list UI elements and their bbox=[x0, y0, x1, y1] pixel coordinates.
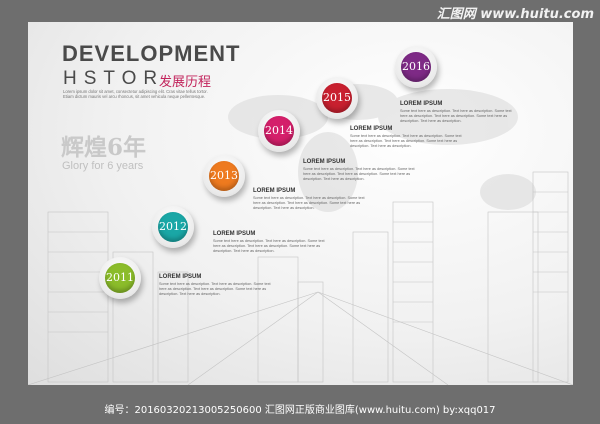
milestone-2012-badge: 2012 bbox=[152, 206, 194, 248]
milestone-2016-badge: 2016 bbox=[395, 46, 437, 88]
milestone-2013-badge: 2013 bbox=[203, 155, 245, 197]
milestone-label: LOREM IPSUM bbox=[253, 188, 296, 194]
milestone-2013-entry: LOREM IPSUM Some text here as descriptio… bbox=[253, 188, 371, 212]
milestone-year: 2011 bbox=[106, 271, 134, 284]
milestone-year: 2012 bbox=[159, 220, 187, 233]
milestone-text: Some text here as description. Text here… bbox=[213, 239, 325, 254]
title-chinese: 发展历程 bbox=[159, 75, 212, 90]
milestone-label: LOREM IPSUM bbox=[400, 101, 443, 107]
milestone-2011-entry: LOREM IPSUM Some text here as descriptio… bbox=[159, 274, 277, 298]
milestone-2016-entry: LOREM IPSUM Some text here as descriptio… bbox=[400, 101, 518, 125]
milestone-label: LOREM IPSUM bbox=[213, 231, 256, 237]
milestone-2015-disc: 2015 bbox=[322, 83, 352, 113]
milestone-2016-disc: 2016 bbox=[401, 52, 431, 82]
milestone-text: Some text here as description. Text here… bbox=[303, 167, 415, 182]
slogan-chinese: 辉煌6年 bbox=[61, 134, 147, 161]
milestone-year: 2014 bbox=[265, 124, 293, 137]
milestone-2011-disc: 2011 bbox=[105, 263, 135, 293]
milestone-text: Some text here as description. Text here… bbox=[350, 134, 462, 149]
image-id-caption: 编号：20160320213005250600 汇图网正版商业图库(www.hu… bbox=[104, 405, 496, 416]
milestone-label: LOREM IPSUM bbox=[303, 159, 346, 165]
intro-text: Lorem ipsum dolor sit amet, consectetur … bbox=[63, 89, 208, 100]
milestone-year: 2015 bbox=[323, 91, 351, 104]
milestone-2012-disc: 2012 bbox=[158, 212, 188, 242]
milestone-2015-entry: LOREM IPSUM Some text here as descriptio… bbox=[350, 126, 468, 150]
milestone-label: LOREM IPSUM bbox=[350, 126, 393, 132]
milestone-2014-badge: 2014 bbox=[258, 110, 300, 152]
title-development: DEVELOPMENT bbox=[62, 41, 241, 66]
milestone-text: Some text here as description. Text here… bbox=[400, 109, 512, 124]
milestone-2014-entry: LOREM IPSUM Some text here as descriptio… bbox=[303, 159, 421, 183]
site-watermark: 汇图网 www.huitu.com bbox=[436, 7, 594, 22]
title-history: HSTOR bbox=[63, 68, 165, 89]
milestone-year: 2016 bbox=[402, 60, 430, 73]
milestone-2013-disc: 2013 bbox=[209, 161, 239, 191]
milestone-2014-disc: 2014 bbox=[264, 116, 294, 146]
milestone-2015-badge: 2015 bbox=[316, 77, 358, 119]
timeline-poster: DEVELOPMENT HSTOR 发展历程 Lorem ipsum dolor… bbox=[28, 22, 573, 385]
milestone-text: Some text here as description. Text here… bbox=[253, 196, 365, 211]
milestone-2011-badge: 2011 bbox=[99, 257, 141, 299]
milestone-label: LOREM IPSUM bbox=[159, 274, 202, 280]
slogan-english: Glory for 6 years bbox=[62, 160, 144, 172]
milestone-year: 2013 bbox=[210, 169, 238, 182]
milestone-2012-entry: LOREM IPSUM Some text here as descriptio… bbox=[213, 231, 331, 255]
milestone-text: Some text here as description. Text here… bbox=[159, 282, 271, 297]
